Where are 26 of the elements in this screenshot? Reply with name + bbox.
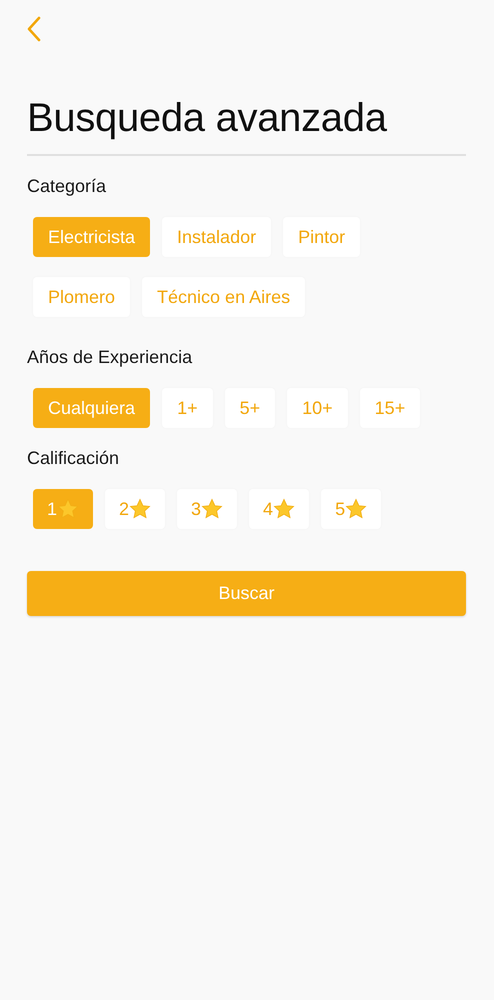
filter-chip[interactable]: 15+	[360, 388, 420, 428]
filter-chip[interactable]: 5+	[224, 388, 276, 428]
section-label: Calificación	[27, 448, 120, 469]
star-icon	[57, 498, 80, 520]
filter-chip[interactable]: Electricista	[33, 217, 150, 257]
filter-chip[interactable]: 1+	[162, 388, 213, 428]
filter-chip[interactable]: Cualquiera	[33, 388, 150, 428]
search-button[interactable]: Buscar	[27, 571, 466, 616]
filter-chip[interactable]: Plomero	[33, 277, 130, 317]
rating-option[interactable]: 1	[33, 489, 94, 529]
page-title: Busqueda avanzada	[27, 95, 388, 142]
section-label: Años de Experiencia	[27, 347, 194, 368]
rating-option[interactable]: 2	[105, 489, 166, 529]
rating-option[interactable]: 5	[321, 489, 382, 529]
filter-chip[interactable]: Instalador	[162, 217, 272, 257]
filter-chip[interactable]: 10+	[287, 388, 348, 428]
star-icon	[273, 498, 296, 520]
star-icon	[345, 498, 368, 520]
filter-chip[interactable]: Técnico en Aires	[142, 277, 306, 317]
rating-option[interactable]: 4	[249, 489, 310, 529]
star-icon	[201, 498, 224, 520]
rating-option[interactable]: 3	[177, 489, 238, 529]
filter-chip[interactable]: Pintor	[283, 217, 360, 257]
section-label: Categoría	[27, 176, 108, 197]
back-icon	[27, 16, 41, 42]
star-icon	[129, 498, 152, 520]
